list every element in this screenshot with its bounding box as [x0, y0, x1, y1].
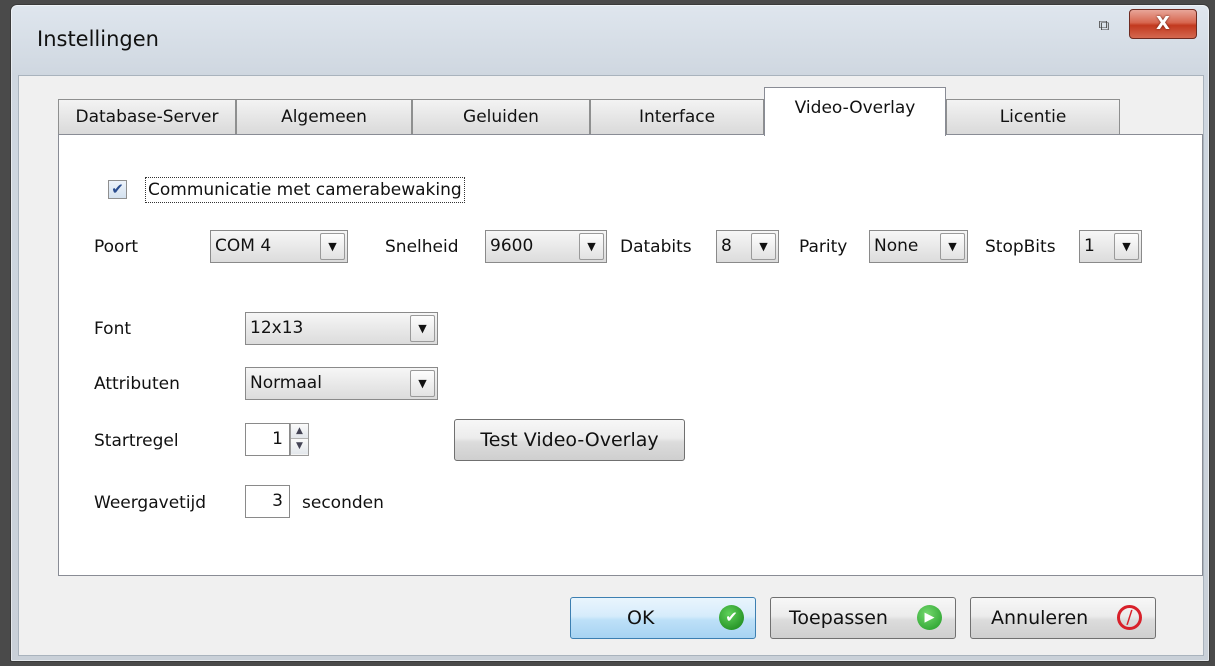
spin-down-icon[interactable]: ▼ [291, 439, 308, 454]
window-title: Instellingen [37, 27, 159, 51]
databits-value: 8 [721, 236, 732, 256]
display-time-unit: seconden [302, 493, 384, 513]
video-overlay-panel: ✔ Communicatie met camerabewaking Poort … [58, 134, 1203, 576]
port-label: Poort [94, 237, 139, 257]
start-line-value: 1 [272, 429, 283, 449]
port-value: COM 4 [215, 236, 272, 256]
parity-label: Parity [799, 237, 848, 257]
attributes-label: Attributen [94, 374, 180, 394]
speed-label: Snelheid [385, 237, 459, 257]
tab-database-server[interactable]: Database-Server [58, 99, 236, 135]
display-time-label: Weergavetijd [94, 493, 207, 513]
font-label: Font [94, 319, 132, 339]
cancel-label: Annuleren [991, 607, 1089, 629]
tab-licentie[interactable]: Licentie [946, 99, 1120, 135]
prohibited-icon: ⧸ [1117, 605, 1142, 630]
tab-geluiden[interactable]: Geluiden [412, 99, 590, 135]
chevron-down-icon[interactable]: ▼ [940, 233, 965, 260]
ok-button[interactable]: OK ✔ [570, 597, 756, 639]
speed-select[interactable]: 9600 ▼ [485, 230, 607, 263]
parity-select[interactable]: None ▼ [869, 230, 968, 263]
tab-interface[interactable]: Interface [590, 99, 764, 135]
arrow-circle-icon: ▶ [917, 605, 942, 630]
attributes-value: Normaal [250, 373, 322, 393]
camera-communication-checkbox[interactable]: ✔ [108, 180, 127, 199]
tab-video-overlay[interactable]: Video-Overlay [764, 87, 946, 136]
font-value: 12x13 [250, 318, 304, 338]
camera-communication-label[interactable]: Communicatie met camerabewaking [145, 177, 465, 203]
databits-select[interactable]: 8 ▼ [716, 230, 779, 263]
spin-up-icon[interactable]: ▲ [291, 424, 308, 439]
tab-algemeen[interactable]: Algemeen [236, 99, 412, 135]
font-select[interactable]: 12x13 ▼ [245, 312, 438, 345]
cancel-button[interactable]: Annuleren ⧸ [970, 597, 1156, 639]
test-video-overlay-button[interactable]: Test Video-Overlay [454, 419, 685, 461]
close-button[interactable]: X [1129, 9, 1197, 39]
check-circle-icon: ✔ [719, 605, 744, 630]
display-time-input[interactable]: 3 [245, 485, 290, 518]
dialog-client-area: Database-Server Algemeen Geluiden Interf… [18, 75, 1204, 656]
stopbits-select[interactable]: 1 ▼ [1079, 230, 1142, 263]
chevron-down-icon[interactable]: ▼ [579, 233, 604, 260]
chevron-down-icon[interactable]: ▼ [751, 233, 776, 260]
apply-button[interactable]: Toepassen ▶ [770, 597, 956, 639]
stopbits-value: 1 [1084, 236, 1095, 256]
speed-value: 9600 [490, 236, 534, 256]
start-line-input[interactable]: 1 [245, 423, 290, 456]
display-time-value: 3 [272, 491, 283, 511]
ok-label: OK [627, 607, 655, 629]
stopbits-label: StopBits [985, 237, 1056, 257]
attributes-select[interactable]: Normaal ▼ [245, 367, 438, 400]
chevron-down-icon[interactable]: ▼ [320, 233, 345, 260]
port-select[interactable]: COM 4 ▼ [210, 230, 348, 263]
restore-window-icon[interactable]: ⧉ [1093, 14, 1115, 36]
start-line-label: Startregel [94, 431, 179, 451]
parity-value: None [874, 236, 919, 256]
chevron-down-icon[interactable]: ▼ [410, 370, 435, 397]
databits-label: Databits [620, 237, 692, 257]
chevron-down-icon[interactable]: ▼ [410, 315, 435, 342]
settings-dialog: Instellingen ⧉ X Database-Server Algemee… [10, 4, 1210, 662]
chevron-down-icon[interactable]: ▼ [1114, 233, 1139, 260]
apply-label: Toepassen [789, 607, 888, 629]
start-line-spinner[interactable]: ▲ ▼ [290, 423, 309, 456]
